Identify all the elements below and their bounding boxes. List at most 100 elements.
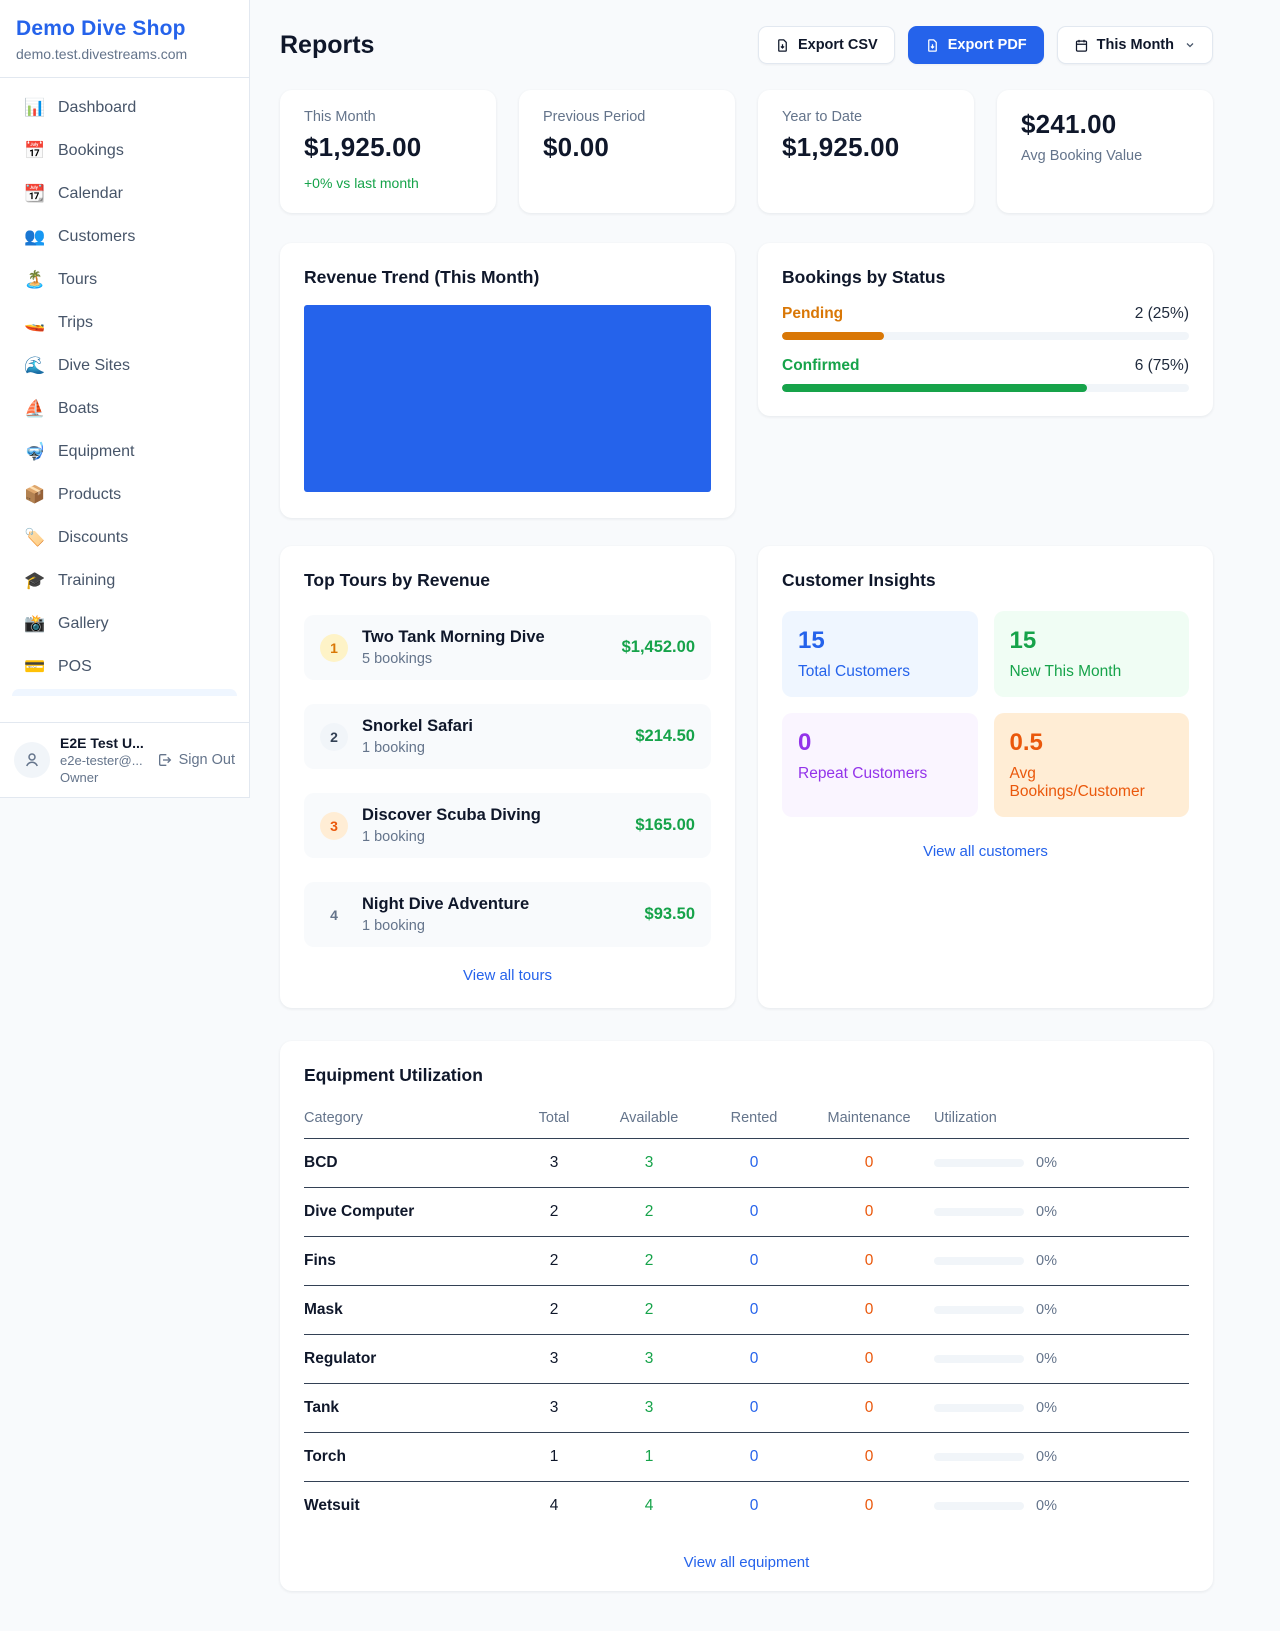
sidebar-item-label: Equipment	[58, 440, 135, 463]
insight-tiles: 15 Total Customers 15 New This Month 0 R…	[782, 611, 1189, 817]
file-download-icon	[925, 38, 940, 53]
insight-tile-avg-bookings: 0.5 Avg Bookings/Customer	[994, 713, 1190, 817]
utilization-text: 0%	[1036, 1400, 1057, 1416]
cell-available: 2	[594, 1237, 704, 1286]
col-utilization: Utilization	[934, 1100, 1189, 1139]
customers-icon: 👥	[24, 225, 46, 248]
main-content: Reports Export CSV Export PDF	[250, 0, 1280, 1631]
tour-bookings: 5 bookings	[362, 651, 608, 667]
cell-maintenance: 0	[804, 1188, 934, 1237]
insight-tile-new-this-month: 15 New This Month	[994, 611, 1190, 697]
status-count-pending: 2 (25%)	[1135, 305, 1189, 323]
table-header-row: Category Total Available Rented Maintena…	[304, 1100, 1189, 1139]
cell-rented: 0	[704, 1139, 804, 1188]
stat-label: Previous Period	[543, 109, 711, 125]
sidebar-item-products[interactable]: 📦 Products	[12, 473, 237, 516]
sidebar-item-gallery[interactable]: 📸 Gallery	[12, 602, 237, 645]
cell-rented: 0	[704, 1433, 804, 1482]
stat-delta: +0% vs last month	[304, 175, 472, 191]
tour-row: 1 Two Tank Morning Dive 5 bookings $1,45…	[304, 615, 711, 680]
sign-out-button[interactable]: Sign Out	[157, 752, 235, 768]
sidebar-item-tours[interactable]: 🏝️ Tours	[12, 258, 237, 301]
revenue-trend-card: Revenue Trend (This Month)	[280, 243, 735, 518]
view-all-customers-link[interactable]: View all customers	[782, 817, 1189, 860]
sidebar-item-customers[interactable]: 👥 Customers	[12, 215, 237, 258]
stat-card-avg-booking-value: $241.00 Avg Booking Value	[997, 90, 1213, 213]
cell-rented: 0	[704, 1286, 804, 1335]
table-row: Mask 2 2 0 0 0%	[304, 1286, 1189, 1335]
wave-icon: 🌊	[24, 354, 46, 377]
export-csv-button[interactable]: Export CSV	[758, 26, 895, 64]
stat-label: Year to Date	[782, 109, 950, 125]
sidebar-item-discounts[interactable]: 🏷️ Discounts	[12, 516, 237, 559]
view-all-equipment-link[interactable]: View all equipment	[304, 1530, 1189, 1571]
sidebar-item-calendar[interactable]: 📆 Calendar	[12, 172, 237, 215]
sidebar-item-training[interactable]: 🎓 Training	[12, 559, 237, 602]
utilization-track	[934, 1355, 1024, 1363]
user-icon	[23, 751, 41, 769]
sidebar-item-bookings[interactable]: 📅 Bookings	[12, 129, 237, 172]
sidebar-item-label: Products	[58, 483, 121, 506]
tour-name: Snorkel Safari	[362, 717, 621, 736]
table-row: Regulator 3 3 0 0 0%	[304, 1335, 1189, 1384]
cell-maintenance: 0	[804, 1237, 934, 1286]
speedboat-icon: 🚤	[24, 311, 46, 334]
utilization-text: 0%	[1036, 1449, 1057, 1465]
cell-total: 3	[514, 1139, 594, 1188]
utilization-track	[934, 1306, 1024, 1314]
insight-label: Avg Bookings/Customer	[1010, 765, 1174, 801]
rank-badge: 3	[320, 812, 348, 840]
rank-badge: 4	[320, 901, 348, 929]
bookings-calendar-icon: 📅	[24, 139, 46, 162]
sidebar-item-label: Discounts	[58, 526, 128, 549]
cell-available: 2	[594, 1188, 704, 1237]
equipment-utilization-card: Equipment Utilization Category Total Ava…	[280, 1041, 1213, 1591]
cell-available: 3	[594, 1139, 704, 1188]
cell-category: Regulator	[304, 1335, 514, 1384]
sidebar-item-pos[interactable]: 💳 POS	[12, 645, 237, 688]
view-all-tours-link[interactable]: View all tours	[304, 947, 711, 984]
sidebar-item-trips[interactable]: 🚤 Trips	[12, 301, 237, 344]
cell-available: 4	[594, 1482, 704, 1531]
export-pdf-button[interactable]: Export PDF	[908, 26, 1044, 64]
package-icon: 📦	[24, 483, 46, 506]
tour-revenue: $214.50	[635, 727, 695, 746]
cell-total: 1	[514, 1433, 594, 1482]
cell-maintenance: 0	[804, 1139, 934, 1188]
stat-card-year-to-date: Year to Date $1,925.00	[758, 90, 974, 213]
tour-bookings: 1 booking	[362, 829, 621, 845]
table-row: Wetsuit 4 4 0 0 0%	[304, 1482, 1189, 1531]
insight-tile-repeat-customers: 0 Repeat Customers	[782, 713, 978, 817]
chevron-down-icon	[1184, 39, 1196, 51]
period-dropdown[interactable]: This Month	[1057, 26, 1213, 64]
sidebar-item-label: Boats	[58, 397, 99, 420]
page-header: Reports Export CSV Export PDF	[280, 26, 1213, 64]
sidebar-item-boats[interactable]: ⛵ Boats	[12, 387, 237, 430]
cell-rented: 0	[704, 1384, 804, 1433]
tour-name: Discover Scuba Diving	[362, 806, 621, 825]
insight-label: New This Month	[1010, 663, 1174, 681]
insight-value: 15	[1010, 627, 1174, 655]
cell-utilization: 0%	[934, 1433, 1189, 1482]
insight-value: 15	[798, 627, 962, 655]
insight-value: 0.5	[1010, 729, 1174, 757]
insight-tile-total-customers: 15 Total Customers	[782, 611, 978, 697]
cell-utilization: 0%	[934, 1139, 1189, 1188]
col-available: Available	[594, 1100, 704, 1139]
col-maintenance: Maintenance	[804, 1100, 934, 1139]
tour-revenue: $1,452.00	[622, 638, 695, 657]
cell-utilization: 0%	[934, 1237, 1189, 1286]
table-row: Dive Computer 2 2 0 0 0%	[304, 1188, 1189, 1237]
utilization-text: 0%	[1036, 1253, 1057, 1269]
table-row: Tank 3 3 0 0 0%	[304, 1384, 1189, 1433]
charts-row: Revenue Trend (This Month) Bookings by S…	[280, 243, 1213, 518]
stat-cards-row: This Month $1,925.00 +0% vs last month P…	[280, 90, 1213, 213]
sidebar-item-label: Calendar	[58, 182, 123, 205]
sidebar-item-reports-clipped[interactable]	[12, 689, 237, 696]
sidebar-item-dashboard[interactable]: 📊 Dashboard	[12, 86, 237, 129]
sidebar-item-dive-sites[interactable]: 🌊 Dive Sites	[12, 344, 237, 387]
user-role: Owner	[60, 770, 147, 785]
sidebar-header: Demo Dive Shop demo.test.divestreams.com	[0, 0, 249, 78]
sidebar-item-equipment[interactable]: 🤿 Equipment	[12, 430, 237, 473]
page-title: Reports	[280, 31, 374, 60]
